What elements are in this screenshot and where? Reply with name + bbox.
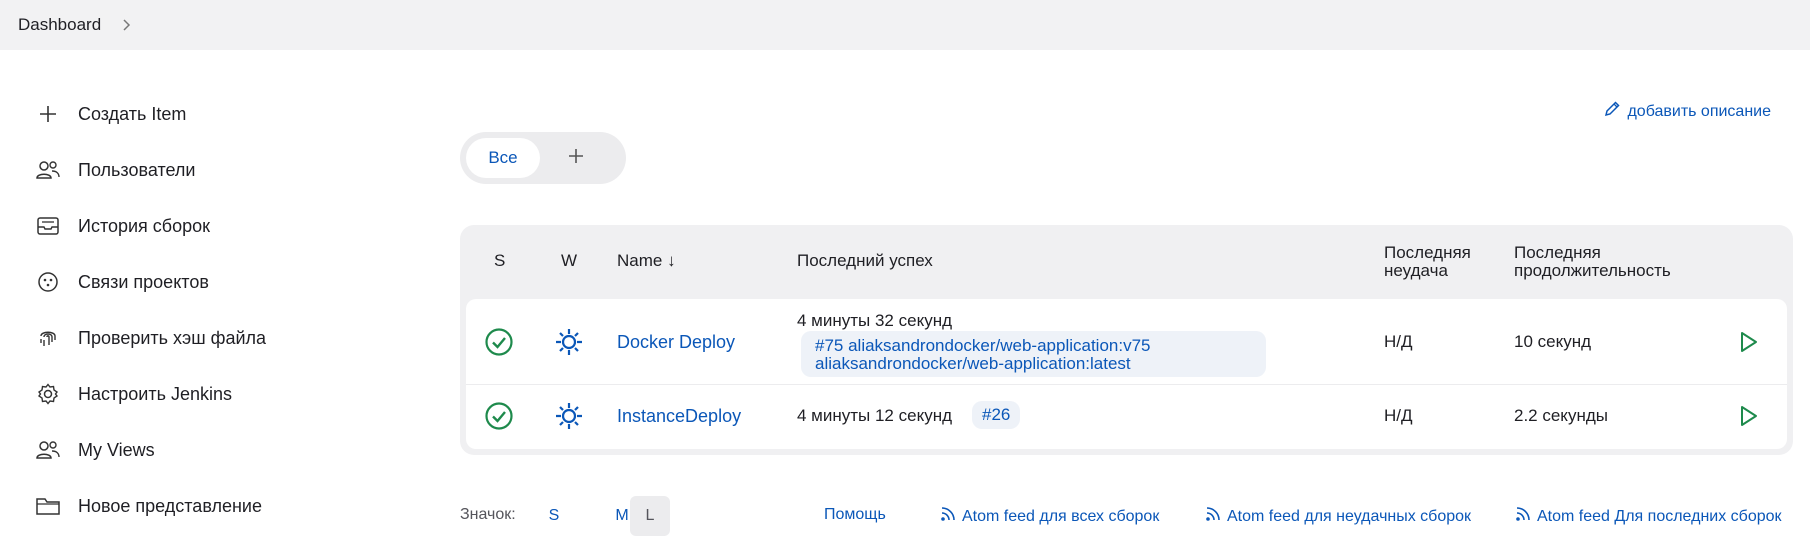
icon-size-large-button[interactable]: L — [630, 496, 670, 536]
rss-icon — [1205, 506, 1221, 527]
pencil-icon — [1603, 100, 1621, 123]
atom-feed-all-label: Atom feed для всех сборок — [962, 507, 1160, 525]
column-header-weather[interactable]: W — [561, 252, 577, 270]
sunny-weather-icon — [554, 327, 584, 357]
add-description-label: добавить описание — [1627, 102, 1771, 120]
last-duration-value: 2.2 секунды — [1514, 406, 1608, 425]
sidebar-item-fingerprint[interactable]: Проверить хэш файла — [34, 310, 414, 366]
build-link-26[interactable]: #26 — [972, 401, 1021, 429]
header-line: Последняя — [1514, 243, 1601, 262]
atom-feed-all-link[interactable]: Atom feed для всех сборок — [940, 506, 1159, 527]
add-view-button[interactable] — [544, 138, 608, 178]
header-line: Последняя — [1384, 243, 1471, 262]
inbox-icon — [34, 212, 62, 240]
sidebar-item-my-views[interactable]: My Views — [34, 422, 414, 478]
jobs-table-body: Docker Deploy 4 минуты 32 секунд #75 ali… — [466, 299, 1787, 449]
sidebar-item-label: Пользователи — [78, 159, 196, 180]
table-row: InstanceDeploy 4 минуты 12 секунд #26 Н/… — [466, 385, 1787, 447]
last-failure-value: Н/Д — [1384, 332, 1413, 351]
table-footer: Значок: S M L Помощь Atom feed для всех … — [460, 496, 1793, 536]
header-line: продолжительность — [1514, 261, 1671, 280]
plus-icon — [34, 100, 62, 128]
fingerprint-icon — [34, 324, 62, 352]
sidebar-item-label: Новое представление — [78, 495, 262, 516]
sidebar-item-label: My Views — [78, 439, 155, 460]
atom-feed-latest-label: Atom feed Для последних сборок — [1537, 507, 1782, 525]
sidebar-item-build-history[interactable]: История сборок — [34, 198, 414, 254]
plus-icon — [567, 147, 585, 170]
sidebar-item-label: История сборок — [78, 215, 211, 236]
jobs-table: S W Name ↓ Последний успех Последняя неу… — [460, 225, 1793, 455]
last-success-time: 4 минуты 12 секунд — [797, 406, 953, 425]
sidebar-item-label: Настроить Jenkins — [78, 383, 232, 404]
success-status-icon — [484, 401, 514, 431]
build-label: #26 — [982, 405, 1011, 424]
sidebar-item-users[interactable]: Пользователи — [34, 142, 414, 198]
table-row: Docker Deploy 4 минуты 32 секунд #75 ali… — [466, 299, 1787, 385]
view-tabs: Все — [460, 132, 626, 184]
sidebar-item-project-relationship[interactable]: Связи проектов — [34, 254, 414, 310]
sidebar: Создать Item Пользователи История сборок… — [34, 86, 414, 534]
column-header-name[interactable]: Name ↓ — [617, 252, 676, 270]
last-success-time: 4 минуты 32 секунд — [797, 311, 953, 330]
sidebar-item-label: Создать Item — [78, 103, 187, 124]
schedule-build-play-icon[interactable] — [1734, 328, 1762, 356]
sidebar-item-new-item[interactable]: Создать Item — [34, 86, 414, 142]
last-failure-value: Н/Д — [1384, 406, 1413, 425]
sidebar-item-label: Проверить хэш файла — [78, 327, 267, 348]
schedule-build-play-icon[interactable] — [1734, 402, 1762, 430]
rss-icon — [940, 506, 956, 527]
gear-icon — [34, 380, 62, 408]
users-icon — [34, 156, 62, 184]
success-status-icon — [484, 327, 514, 357]
help-link[interactable]: Помощь — [824, 506, 886, 524]
icon-size-small-button[interactable]: S — [534, 496, 574, 536]
job-link-docker-deploy[interactable]: Docker Deploy — [617, 332, 735, 353]
add-description-link[interactable]: добавить описание — [1603, 100, 1771, 123]
atom-feed-latest-link[interactable]: Atom feed Для последних сборок — [1515, 506, 1782, 527]
sidebar-item-manage-jenkins[interactable]: Настроить Jenkins — [34, 366, 414, 422]
help-label: Помощь — [824, 506, 886, 523]
tab-all[interactable]: Все — [466, 138, 540, 178]
atom-feed-failed-link[interactable]: Atom feed для неудачных сборок — [1205, 506, 1471, 527]
relationship-icon — [34, 268, 62, 296]
folder-icon — [34, 492, 62, 520]
build-label-line: aliaksandrondocker/web-application:lates… — [815, 354, 1131, 373]
rss-icon — [1515, 506, 1531, 527]
icon-size-label: Значок: — [460, 506, 516, 523]
last-duration-value: 10 секунд — [1514, 332, 1592, 351]
breadcrumb-bar: Dashboard — [0, 0, 1810, 50]
sidebar-item-new-view[interactable]: Новое представление — [34, 478, 414, 534]
column-header-last-duration[interactable]: Последняя продолжительность — [1514, 244, 1671, 280]
build-label-line: #75 aliaksandrondocker/web-application:v… — [815, 336, 1151, 355]
breadcrumb-dashboard[interactable]: Dashboard — [18, 15, 101, 35]
sunny-weather-icon — [554, 401, 584, 431]
job-link-instance-deploy[interactable]: InstanceDeploy — [617, 406, 741, 427]
atom-feed-failed-label: Atom feed для неудачных сборок — [1227, 507, 1472, 525]
sidebar-item-label: Связи проектов — [78, 271, 209, 292]
build-link-75[interactable]: #75 aliaksandrondocker/web-application:v… — [801, 331, 1266, 377]
column-header-last-failure[interactable]: Последняя неудача — [1384, 244, 1471, 280]
users-icon — [34, 436, 62, 464]
chevron-right-icon[interactable] — [117, 16, 135, 34]
column-header-last-success[interactable]: Последний успех — [797, 252, 933, 270]
header-line: неудача — [1384, 261, 1448, 280]
column-header-status[interactable]: S — [494, 252, 505, 270]
